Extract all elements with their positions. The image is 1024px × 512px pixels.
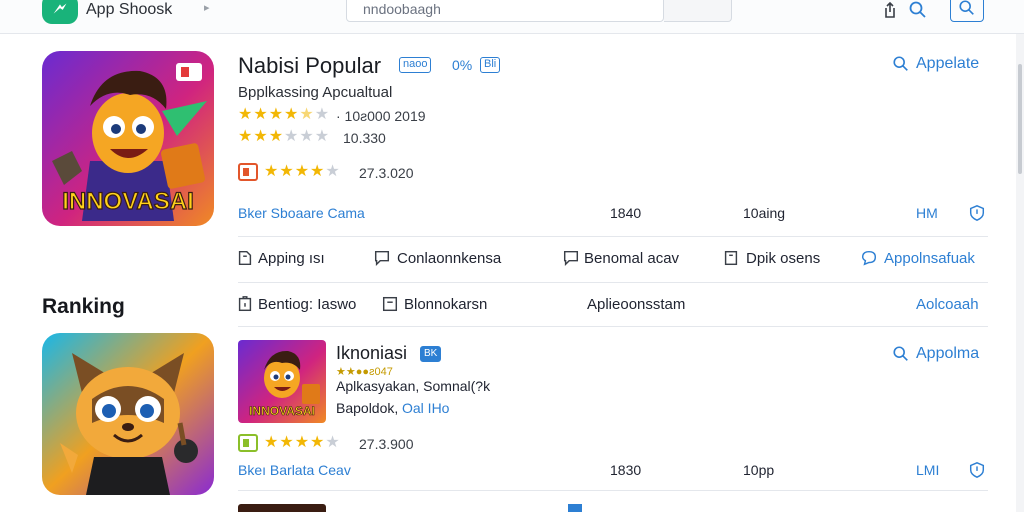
search-input-value: nndoobaagh [363, 1, 441, 17]
next-item-badge-icon [568, 504, 582, 512]
tab-blonnokarsn[interactable]: Blonnokarsn [404, 296, 487, 313]
divider [238, 236, 988, 237]
category-mark-icon [238, 163, 258, 181]
item-badge: BK [420, 346, 442, 362]
featured-meta-col2: 10aing [743, 205, 786, 221]
apps-icon [238, 250, 252, 266]
search-input[interactable]: nndoobaagh [346, 0, 664, 22]
item-rating-line: ★★●●ƨ047 [336, 366, 393, 378]
section-heading-ranking: Ranking [42, 295, 125, 318]
item-developer: Bapoldok, [336, 400, 399, 416]
item-meta-left[interactable]: Bkeı Barlata Ceav [238, 462, 351, 478]
next-item-thumbnail[interactable] [238, 504, 326, 512]
search-submit-area[interactable] [664, 0, 732, 22]
category-mark-icon [238, 434, 258, 452]
scrollbar-thumb[interactable] [1018, 64, 1022, 174]
item-developer-link[interactable]: Oal IHo [402, 400, 449, 416]
message-icon [563, 250, 579, 267]
search-button[interactable] [950, 0, 984, 22]
item-meta-col2: 10pp [743, 462, 775, 478]
top-bar: App Shoosk ▸ nndoobaagh [0, 0, 1024, 34]
search-icon [959, 0, 974, 15]
item-thumbnail[interactable]: INNOVASAI [238, 340, 326, 423]
featured-icon-logo-text: INNOVASAI [62, 188, 194, 215]
featured-meta-right[interactable]: HM [916, 205, 938, 221]
scrollbar[interactable] [1016, 34, 1024, 512]
ranking-icon [238, 296, 252, 312]
search-icon [893, 56, 908, 71]
share-icon[interactable] [880, 0, 900, 20]
tab-aolcoaah[interactable]: Aolcoaah [916, 296, 979, 313]
item-meta-col1: 1830 [610, 462, 642, 478]
featured-meta-col1: 1840 [610, 205, 642, 221]
item-description: Aplkasyakan, Somnal(?k [336, 378, 491, 394]
rating-stars-3: ★★★★★ [264, 163, 341, 180]
document-icon [724, 250, 738, 266]
divider [238, 326, 988, 327]
comment-icon [374, 250, 390, 267]
tab-aplieoonsstam[interactable]: Aplieoonsstam [587, 296, 685, 313]
tab-conlaonnkensa[interactable]: Conlaonnkensa [397, 250, 501, 267]
featured-app-icon[interactable]: INNOVASAI [42, 51, 214, 226]
brand-name[interactable]: App Shoosk [86, 1, 172, 19]
tab-appolnsafuak[interactable]: Appolnsafuak [884, 250, 975, 267]
divider [238, 490, 988, 491]
tab-bentiog[interactable]: Bentiog: Iaswo [258, 296, 356, 313]
percent-badge: 0% [452, 57, 473, 73]
chevron-down-icon[interactable]: ▸ [204, 1, 210, 14]
rating-stars-1: ★★★★★★ [238, 106, 331, 123]
rating-value-3: 27.3.020 [359, 165, 414, 181]
tab-benomal[interactable]: Benomal acav [584, 250, 679, 267]
item-rating-stars: ★★★★★ [264, 434, 341, 451]
item-rating-value: 27.3.900 [359, 436, 414, 452]
shield-icon[interactable] [968, 204, 986, 222]
item-action-link[interactable]: Appolma [916, 345, 979, 363]
ranking-app-icon[interactable] [42, 333, 214, 495]
divider [238, 282, 988, 283]
shield-icon[interactable] [968, 461, 986, 479]
list-icon [382, 296, 398, 312]
search-icon [893, 346, 908, 361]
app-title: Nabisi Popular [238, 53, 382, 78]
rating-stars-2: ★★★★★★ [238, 128, 331, 145]
tab-apping[interactable]: Apping ısı [258, 250, 325, 267]
item-title: Iknoniasi [336, 343, 408, 363]
item-thumb-logo-text: INNOVASAI [249, 404, 315, 418]
blue-badge: Bli [480, 57, 501, 73]
app-logo-icon[interactable] [42, 0, 78, 24]
rating-value-2: 10.330 [343, 130, 386, 146]
featured-action-link[interactable]: Appelate [916, 55, 979, 73]
search-icon[interactable] [908, 0, 928, 20]
app-subtitle: Bpplkassing Apcualtual [238, 84, 393, 101]
outline-badge: naoo [399, 57, 432, 73]
item-meta-right[interactable]: LMI [916, 462, 939, 478]
tab-dpik[interactable]: Dpik osens [746, 250, 820, 267]
rating-value-1: · 10ƨ000 2019 [336, 108, 426, 124]
featured-meta-left[interactable]: Bker Sboaare Cama [238, 205, 365, 221]
chat-bubble-icon [861, 250, 877, 266]
